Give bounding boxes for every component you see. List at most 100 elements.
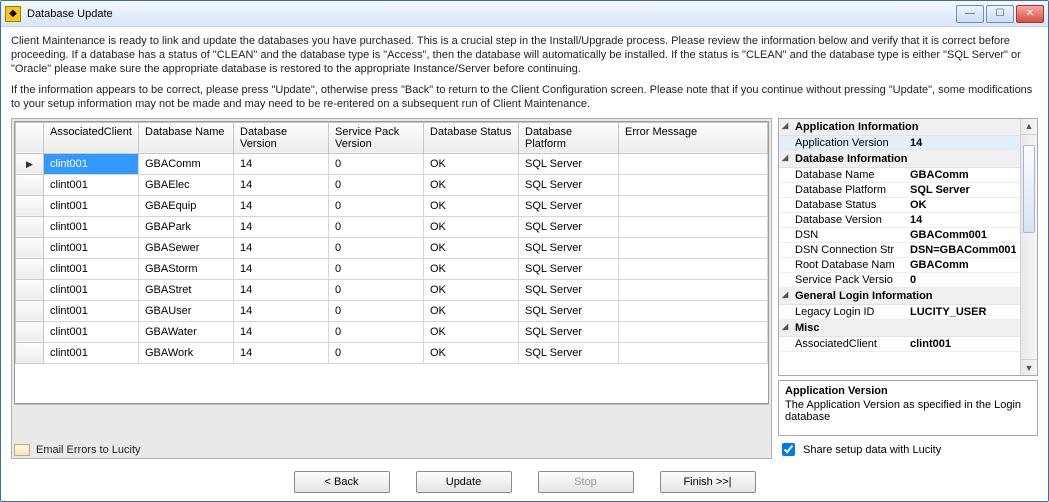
update-button[interactable]: Update [416, 471, 512, 493]
database-grid-pane: AssociatedClient Database Name Database … [11, 118, 772, 459]
prop-dsn-connection[interactable]: DSN Connection StrDSN=GBAComm001; [779, 243, 1020, 258]
col-database-name[interactable]: Database Name [139, 122, 234, 153]
prop-category-login[interactable]: General Login Information [779, 288, 1020, 305]
titlebar: ◆ Database Update — ☐ ✕ [1, 1, 1048, 27]
col-error-message[interactable]: Error Message [619, 122, 768, 153]
scroll-up-icon[interactable]: ▲ [1021, 119, 1037, 135]
cell-error-message [619, 195, 768, 216]
cell-service-pack: 0 [329, 195, 424, 216]
cell-database-name: GBASewer [139, 237, 234, 258]
cell-database-version: 14 [234, 321, 329, 342]
cell-service-pack: 0 [329, 174, 424, 195]
cell-database-version: 14 [234, 174, 329, 195]
cell-associated-client: clint001 [44, 300, 139, 321]
cell-database-version: 14 [234, 216, 329, 237]
table-row[interactable]: clint001GBAElec140OKSQL Server [16, 174, 768, 195]
table-row[interactable]: clint001GBAStret140OKSQL Server [16, 279, 768, 300]
cell-database-name: GBAWater [139, 321, 234, 342]
maximize-button[interactable]: ☐ [986, 5, 1014, 23]
table-row[interactable]: clint001GBAWork140OKSQL Server [16, 342, 768, 363]
table-row[interactable]: clint001GBAEquip140OKSQL Server [16, 195, 768, 216]
cell-database-status: OK [424, 174, 519, 195]
prop-category-application[interactable]: Application Information [779, 119, 1020, 136]
row-selector[interactable] [16, 237, 44, 258]
prop-database-name[interactable]: Database NameGBAComm [779, 168, 1020, 183]
cell-associated-client: clint001 [44, 237, 139, 258]
finish-button[interactable]: Finish >>| [660, 471, 756, 493]
cell-database-version: 14 [234, 279, 329, 300]
row-selector[interactable] [16, 195, 44, 216]
col-associated-client[interactable]: AssociatedClient [44, 122, 139, 153]
cell-service-pack: 0 [329, 237, 424, 258]
prop-root-database[interactable]: Root Database NamGBAComm [779, 258, 1020, 273]
minimize-button[interactable]: — [956, 5, 984, 23]
cell-database-name: GBAStret [139, 279, 234, 300]
prop-dsn[interactable]: DSNGBAComm001 [779, 228, 1020, 243]
table-row[interactable]: clint001GBAWater140OKSQL Server [16, 321, 768, 342]
table-row[interactable]: clint001GBASewer140OKSQL Server [16, 237, 768, 258]
intro-paragraph-1: Client Maintenance is ready to link and … [11, 35, 1038, 76]
row-selector[interactable] [16, 279, 44, 300]
col-database-platform[interactable]: Database Platform [519, 122, 619, 153]
cell-database-version: 14 [234, 258, 329, 279]
cell-associated-client: clint001 [44, 342, 139, 363]
property-grid[interactable]: Application Information Application Vers… [778, 118, 1038, 376]
col-database-version[interactable]: Database Version [234, 122, 329, 153]
cell-service-pack: 0 [329, 300, 424, 321]
property-scrollbar[interactable]: ▲ ▼ [1020, 119, 1037, 375]
share-checkbox[interactable] [782, 443, 795, 456]
cell-database-status: OK [424, 321, 519, 342]
back-button[interactable]: < Back [294, 471, 390, 493]
row-selector[interactable] [16, 258, 44, 279]
prop-database-status[interactable]: Database StatusOK [779, 198, 1020, 213]
cell-database-platform: SQL Server [519, 216, 619, 237]
row-selector[interactable] [16, 153, 44, 174]
row-selector-header [16, 122, 44, 153]
close-button[interactable]: ✕ [1016, 5, 1044, 23]
cell-database-platform: SQL Server [519, 174, 619, 195]
email-errors-link[interactable]: Email Errors to Lucity [14, 444, 141, 456]
cell-service-pack: 0 [329, 258, 424, 279]
col-database-status[interactable]: Database Status [424, 122, 519, 153]
share-label[interactable]: Share setup data with Lucity [803, 444, 941, 456]
prop-category-database[interactable]: Database Information [779, 151, 1020, 168]
prop-database-version[interactable]: Database Version14 [779, 213, 1020, 228]
row-selector[interactable] [16, 342, 44, 363]
row-selector[interactable] [16, 300, 44, 321]
cell-service-pack: 0 [329, 153, 424, 174]
prop-legacy-login[interactable]: Legacy Login IDLUCITY_USER [779, 305, 1020, 320]
row-selector[interactable] [16, 216, 44, 237]
help-title: Application Version [785, 385, 1031, 397]
scroll-thumb[interactable] [1023, 145, 1035, 233]
table-row[interactable]: clint001GBAPark140OKSQL Server [16, 216, 768, 237]
window-title: Database Update [27, 8, 956, 20]
cell-service-pack: 0 [329, 279, 424, 300]
table-row[interactable]: clint001GBAStorm140OKSQL Server [16, 258, 768, 279]
grid-footer-strip [14, 404, 769, 418]
cell-error-message [619, 237, 768, 258]
cell-service-pack: 0 [329, 342, 424, 363]
cell-service-pack: 0 [329, 321, 424, 342]
prop-associated-client[interactable]: AssociatedClientclint001 [779, 337, 1020, 352]
intro-paragraph-2: If the information appears to be correct… [11, 84, 1038, 112]
prop-application-version[interactable]: Application Version 14 [779, 136, 1020, 151]
prop-service-pack[interactable]: Service Pack Versio0 [779, 273, 1020, 288]
cell-database-name: GBAEquip [139, 195, 234, 216]
cell-database-platform: SQL Server [519, 258, 619, 279]
col-service-pack[interactable]: Service Pack Version [329, 122, 424, 153]
mail-icon [14, 444, 30, 456]
table-row[interactable]: clint001GBAUser140OKSQL Server [16, 300, 768, 321]
prop-database-platform[interactable]: Database PlatformSQL Server [779, 183, 1020, 198]
cell-database-platform: SQL Server [519, 321, 619, 342]
table-row[interactable]: clint001GBAComm140OKSQL Server [16, 153, 768, 174]
cell-database-platform: SQL Server [519, 300, 619, 321]
cell-error-message [619, 321, 768, 342]
cell-database-platform: SQL Server [519, 153, 619, 174]
cell-database-name: GBAStorm [139, 258, 234, 279]
cell-database-status: OK [424, 216, 519, 237]
row-selector[interactable] [16, 321, 44, 342]
scroll-down-icon[interactable]: ▼ [1021, 359, 1037, 375]
database-table[interactable]: AssociatedClient Database Name Database … [15, 122, 768, 364]
row-selector[interactable] [16, 174, 44, 195]
prop-category-misc[interactable]: Misc [779, 320, 1020, 337]
